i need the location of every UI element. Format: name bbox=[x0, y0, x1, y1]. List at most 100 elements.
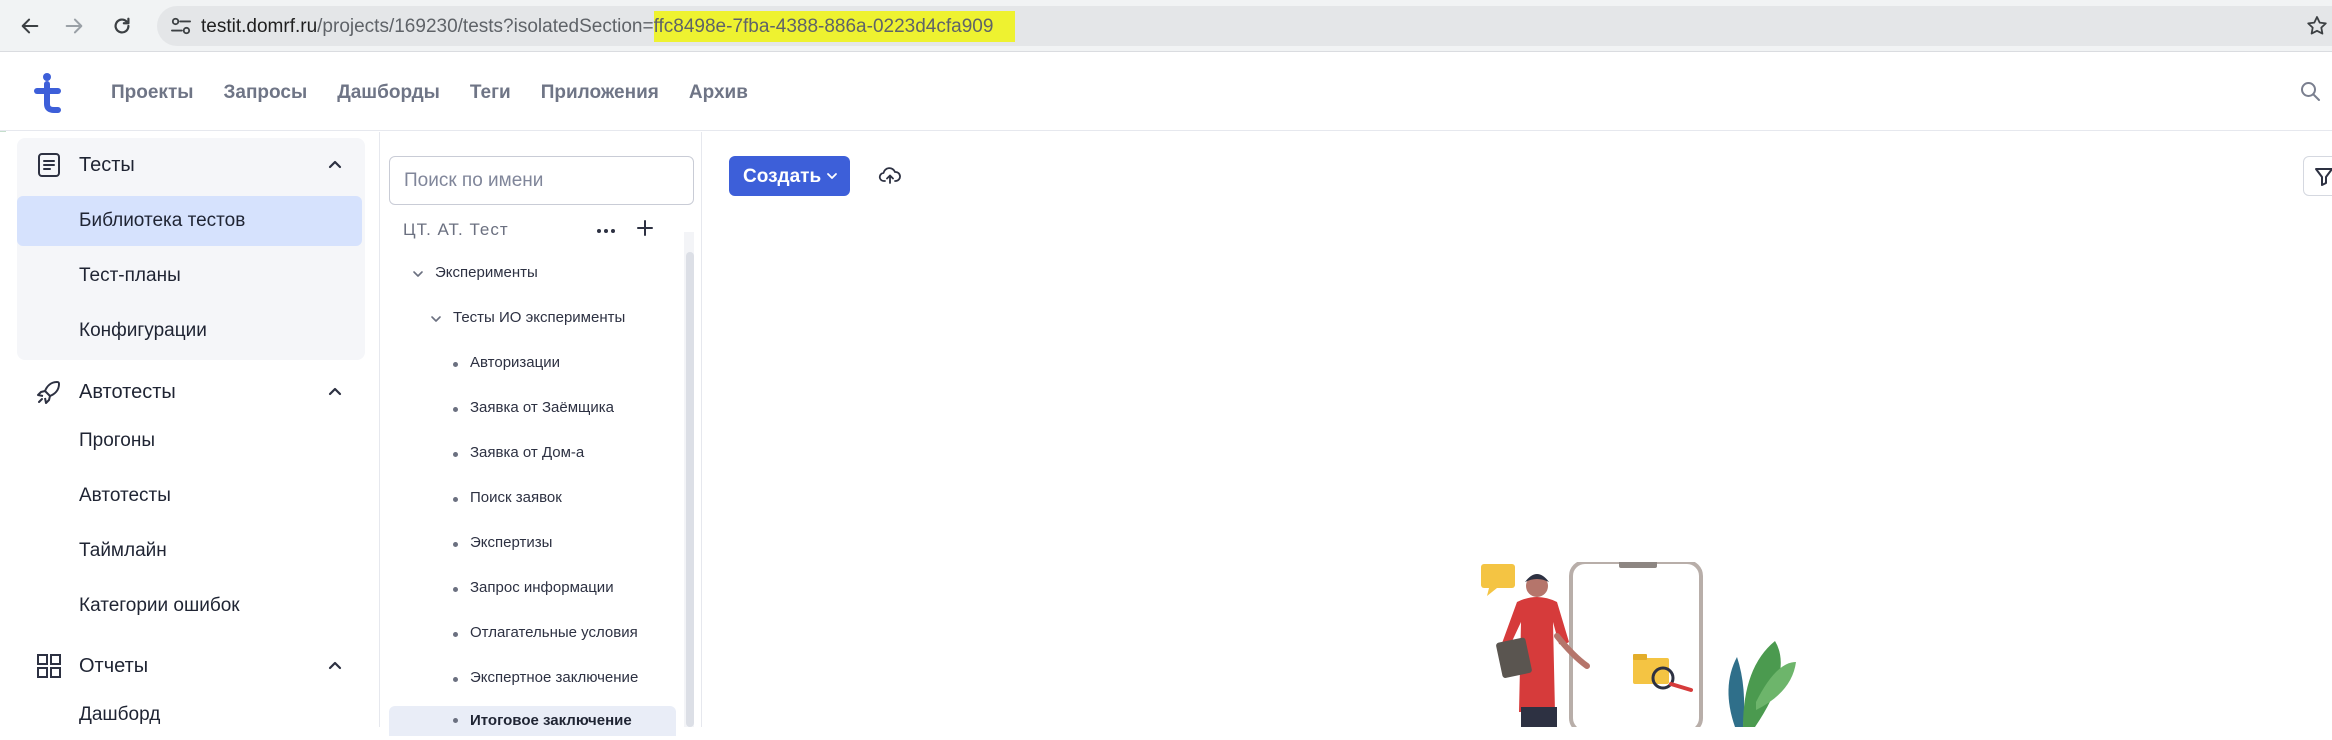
nav-archive[interactable]: Архив bbox=[689, 82, 748, 104]
sidebar-item-dashboard[interactable]: Дашборд bbox=[17, 690, 362, 740]
bullet-icon bbox=[453, 362, 458, 367]
plus-icon[interactable] bbox=[633, 216, 657, 240]
chevron-up-icon[interactable] bbox=[325, 655, 345, 675]
cloud-upload-icon[interactable] bbox=[878, 164, 902, 188]
site-info-icon[interactable] bbox=[169, 15, 193, 37]
sidebar-item-test-library[interactable]: Библиотека тестов bbox=[17, 196, 362, 246]
rocket-icon bbox=[35, 378, 63, 406]
search-icon[interactable] bbox=[2298, 79, 2324, 105]
bullet-icon bbox=[453, 452, 458, 457]
bullet-icon bbox=[453, 497, 458, 502]
nav-tags[interactable]: Теги bbox=[470, 82, 511, 104]
bullet-icon bbox=[453, 587, 458, 592]
tree-node-label: Поиск заявок bbox=[470, 489, 562, 506]
sidebar-item-label: Библиотека тестов bbox=[79, 210, 246, 231]
bullet-icon bbox=[453, 407, 458, 412]
reload-button[interactable] bbox=[106, 10, 138, 42]
main-content: Создать bbox=[703, 132, 2332, 727]
tree-node-label: Заявка от Дом-а bbox=[470, 444, 585, 461]
bullet-icon bbox=[453, 677, 458, 682]
address-bar[interactable]: testit.domrf.ru/projects/169230/tests?is… bbox=[157, 6, 2332, 46]
tree-node-dom-request[interactable]: Заявка от Дом-а bbox=[453, 440, 673, 470]
bullet-icon bbox=[453, 718, 458, 723]
sidebar-item-label: Таймлайн bbox=[79, 540, 167, 561]
tree-node-label: Заявка от Заёмщика bbox=[470, 399, 614, 416]
tree-node-label: Итоговое заключение bbox=[470, 712, 632, 729]
filter-icon bbox=[2315, 168, 2332, 186]
tree-node-experiments[interactable]: Эксперименты bbox=[411, 260, 671, 290]
section-tests-header[interactable]: Тесты bbox=[17, 138, 365, 190]
tree-node-label: Авторизации bbox=[470, 354, 560, 371]
forward-button[interactable] bbox=[58, 10, 90, 42]
tree-node-borrower-request[interactable]: Заявка от Заёмщика bbox=[453, 395, 673, 425]
chevron-down-icon bbox=[825, 169, 839, 183]
tree-node-label: Эксперименты bbox=[435, 264, 538, 281]
chevron-up-icon[interactable] bbox=[325, 154, 345, 174]
tree-panel: ЦТ. АТ. Тест Эксперименты Тесты ИО экспе… bbox=[381, 132, 702, 736]
chevron-down-icon[interactable] bbox=[411, 267, 425, 281]
tree-node-expert-conclusion[interactable]: Экспертное заключение bbox=[453, 665, 673, 695]
sidebar-item-autotests[interactable]: Автотесты bbox=[17, 471, 362, 521]
nav-projects[interactable]: Проекты bbox=[111, 82, 193, 104]
url-host: testit.domrf.ru bbox=[201, 16, 318, 37]
document-list-icon bbox=[35, 151, 63, 179]
tree-node-label: Запрос информации bbox=[470, 579, 614, 596]
back-button[interactable] bbox=[14, 10, 46, 42]
tree-node-io-experiments[interactable]: Тесты ИО эксперименты bbox=[429, 305, 679, 335]
tree-node-label: Тесты ИО эксперименты bbox=[453, 309, 626, 326]
nav-applications[interactable]: Приложения bbox=[541, 82, 659, 104]
arrow-right-icon bbox=[65, 18, 83, 34]
url-path: /projects/169230/tests?isolatedSection= bbox=[317, 16, 654, 37]
top-nav: Проекты Запросы Дашборды Теги Приложения… bbox=[111, 82, 778, 104]
empty-state-illustration bbox=[1481, 562, 1796, 727]
section-reports-title: Отчеты bbox=[79, 655, 149, 677]
sidebar-item-error-categories[interactable]: Категории ошибок bbox=[17, 581, 362, 631]
sidebar: Тесты Библиотека тестов Тест-планы Конфи… bbox=[0, 132, 380, 727]
url-text: testit.domrf.ru/projects/169230/tests?is… bbox=[201, 11, 1016, 42]
tree-search-input[interactable] bbox=[389, 156, 694, 205]
sidebar-item-timeline[interactable]: Таймлайн bbox=[17, 526, 362, 576]
chevron-down-icon[interactable] bbox=[429, 312, 443, 326]
tree-node-request-search[interactable]: Поиск заявок bbox=[453, 485, 673, 515]
section-reports-header[interactable]: Отчеты bbox=[17, 639, 365, 691]
bookmark-star-icon[interactable] bbox=[2305, 14, 2329, 38]
sidebar-item-label: Конфигурации bbox=[79, 320, 207, 341]
bullet-icon bbox=[453, 632, 458, 637]
filter-button[interactable] bbox=[2303, 156, 2332, 196]
tree-node-final-conclusion[interactable]: Итоговое заключение bbox=[389, 706, 676, 736]
app-header: Проекты Запросы Дашборды Теги Приложения… bbox=[0, 52, 2332, 131]
sidebar-item-label: Категории ошибок bbox=[79, 595, 240, 616]
url-highlight: ffc8498e-7fba-4388-886a-0223d4cfa909 bbox=[653, 11, 1016, 42]
tree-root-label: ЦТ. АТ. Тест bbox=[403, 220, 509, 239]
section-autotests-title: Автотесты bbox=[79, 381, 176, 403]
sidebar-item-configurations[interactable]: Конфигурации bbox=[17, 306, 362, 356]
nav-dashboards[interactable]: Дашборды bbox=[337, 82, 440, 104]
create-button[interactable]: Создать bbox=[729, 156, 850, 196]
section-autotests-header[interactable]: Автотесты bbox=[17, 365, 365, 417]
chevron-up-icon[interactable] bbox=[325, 381, 345, 401]
testit-logo-icon[interactable] bbox=[30, 72, 66, 114]
tree-scrollbar-thumb[interactable] bbox=[686, 252, 694, 727]
section-tests-title: Тесты bbox=[79, 154, 135, 176]
sidebar-item-label: Дашборд bbox=[79, 704, 161, 725]
tree-node-deferred-conditions[interactable]: Отлагательные условия bbox=[453, 620, 673, 650]
sidebar-item-test-plans[interactable]: Тест-планы bbox=[17, 251, 362, 301]
reload-icon bbox=[114, 17, 130, 34]
tree-node-label: Экспертное заключение bbox=[470, 669, 639, 686]
nav-requests[interactable]: Запросы bbox=[223, 82, 307, 104]
tree-node-label: Отлагательные условия bbox=[470, 624, 638, 641]
sidebar-item-label: Тест-планы bbox=[79, 265, 181, 286]
tree-node-expertise[interactable]: Экспертизы bbox=[453, 530, 673, 560]
sidebar-item-runs[interactable]: Прогоны bbox=[17, 416, 362, 466]
tree-node-authorizations[interactable]: Авторизации bbox=[453, 350, 673, 380]
browser-toolbar: testit.domrf.ru/projects/169230/tests?is… bbox=[0, 0, 2332, 52]
sidebar-item-label: Прогоны bbox=[79, 430, 156, 451]
tree-node-info-request[interactable]: Запрос информации bbox=[453, 575, 673, 605]
create-button-label: Создать bbox=[743, 166, 822, 187]
sidebar-item-label: Автотесты bbox=[79, 485, 171, 506]
more-horizontal-icon[interactable] bbox=[593, 220, 619, 242]
dashboard-grid-icon bbox=[35, 652, 63, 680]
bullet-icon bbox=[453, 542, 458, 547]
arrow-left-icon bbox=[21, 18, 39, 34]
tree-node-label: Экспертизы bbox=[470, 534, 553, 551]
